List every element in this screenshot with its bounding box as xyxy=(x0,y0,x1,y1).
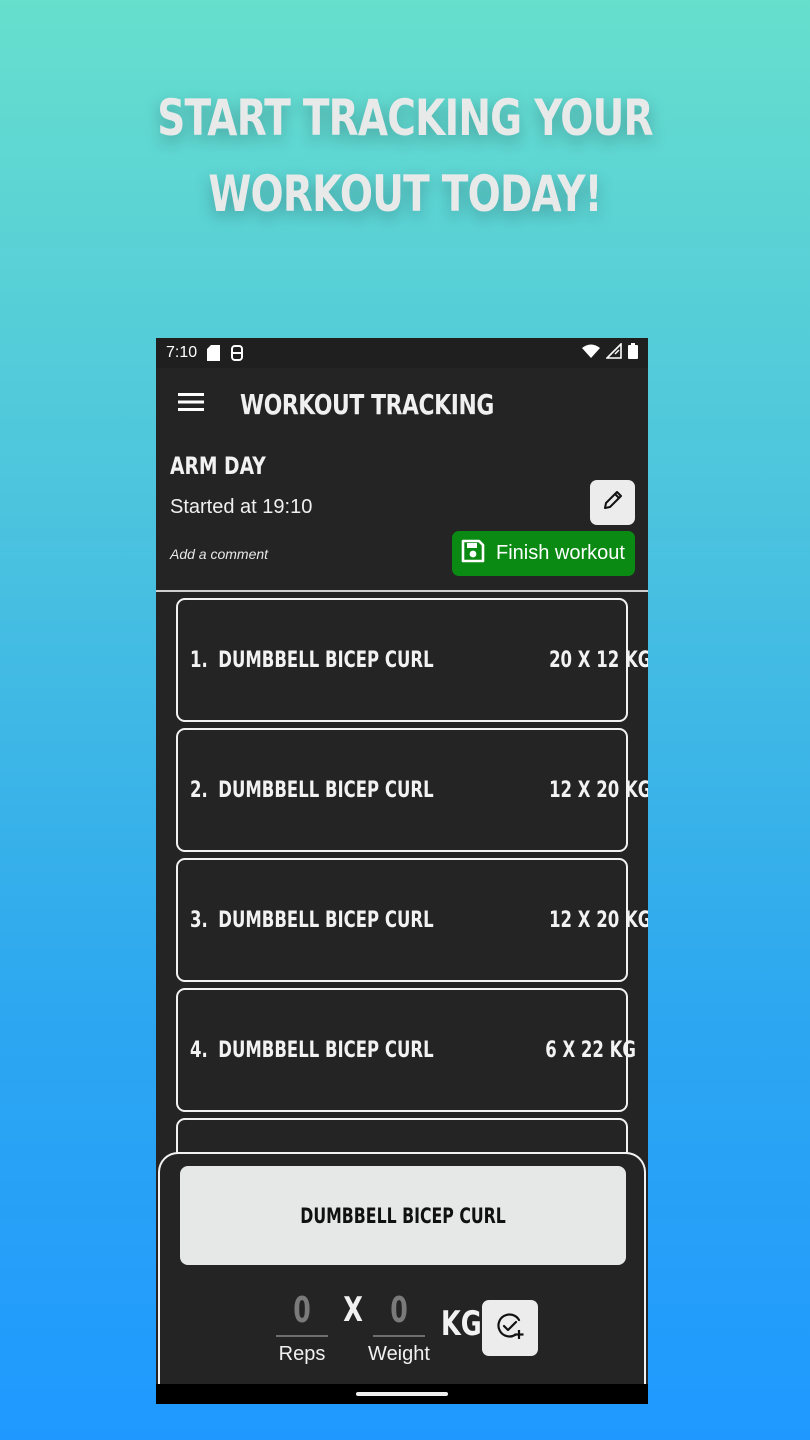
signal-icon xyxy=(605,341,622,364)
add-set-sheet: DUMBBELL BICEP CURL 0 Reps X 0 Weight KG xyxy=(158,1152,646,1404)
set-list: 1. DUMBBELL BICEP CURL 20 X 12 KG 2. DUM… xyxy=(176,598,648,1248)
weight-value: 0 xyxy=(390,1290,408,1331)
page-title: WORKOUT TRACKING xyxy=(240,387,494,421)
weight-unit: KG xyxy=(441,1304,482,1344)
weight-input[interactable]: 0 Weight xyxy=(368,1290,430,1366)
reps-value: 0 xyxy=(293,1290,311,1331)
weight-underline xyxy=(373,1335,425,1337)
sd-card-icon xyxy=(207,345,221,361)
times-sign: X xyxy=(343,1290,363,1330)
workout-name: ARM DAY xyxy=(170,452,266,480)
set-reps-weight: 12 X 20 KG xyxy=(548,907,648,933)
set-exercise-name: DUMBBELL BICEP CURL xyxy=(218,907,434,933)
selected-exercise-button[interactable]: DUMBBELL BICEP CURL xyxy=(180,1166,626,1265)
finish-workout-label: Finish workout xyxy=(496,542,625,564)
status-time: 7:10 xyxy=(166,344,198,361)
app-bar: WORKOUT TRACKING xyxy=(156,368,648,440)
set-number: 3. xyxy=(190,907,208,933)
battery-icon xyxy=(628,342,638,364)
set-row[interactable]: 1. DUMBBELL BICEP CURL 20 X 12 KG xyxy=(176,598,648,722)
menu-icon xyxy=(178,392,204,417)
workout-start-time: Started at 19:10 xyxy=(170,496,313,518)
promo-headline-line-1: START TRACKING YOUR xyxy=(157,89,653,147)
pencil-icon xyxy=(601,488,625,517)
save-icon xyxy=(460,538,486,570)
check-add-icon xyxy=(495,1311,525,1346)
set-exercise-name: DUMBBELL BICEP CURL xyxy=(218,1037,434,1063)
home-gesture-handle[interactable] xyxy=(356,1392,448,1396)
reps-input[interactable]: 0 Reps xyxy=(276,1290,328,1366)
hamburger-menu-button[interactable] xyxy=(156,368,226,440)
status-icons xyxy=(582,341,638,364)
set-row[interactable]: 3. DUMBBELL BICEP CURL 12 X 20 KG xyxy=(176,858,648,982)
app-notification-icon xyxy=(230,345,244,361)
promo-headline-line-2: WORKOUT TODAY! xyxy=(208,165,602,223)
set-number: 4. xyxy=(190,1037,208,1063)
reps-underline xyxy=(276,1335,328,1337)
set-reps-weight: 6 X 22 KG xyxy=(545,1037,636,1063)
set-exercise-name: DUMBBELL BICEP CURL xyxy=(218,647,434,673)
selected-exercise-name: DUMBBELL BICEP CURL xyxy=(300,1203,506,1228)
set-exercise-name: DUMBBELL BICEP CURL xyxy=(218,777,434,803)
weight-label: Weight xyxy=(368,1343,430,1365)
phone-screen: 7:10 WORKOUT TRACKING ARM DAY Started at… xyxy=(156,338,648,1404)
status-bar: 7:10 xyxy=(156,338,648,368)
reps-label: Reps xyxy=(278,1343,326,1365)
set-reps-weight: 12 X 20 KG xyxy=(548,777,648,803)
header-divider xyxy=(156,590,648,592)
set-row[interactable]: 4. DUMBBELL BICEP CURL 6 X 22 KG xyxy=(176,988,636,1112)
set-reps-weight: 20 X 12 KG xyxy=(548,647,648,673)
add-comment-field[interactable]: Add a comment xyxy=(170,546,268,562)
set-number: 1. xyxy=(190,647,208,673)
edit-workout-button[interactable] xyxy=(590,480,635,525)
finish-workout-button[interactable]: Finish workout xyxy=(452,531,635,576)
set-number: 2. xyxy=(190,777,208,803)
add-set-button[interactable] xyxy=(482,1300,538,1356)
promo-headline: START TRACKING YOUR WORKOUT TODAY! xyxy=(89,80,721,232)
set-row[interactable]: 2. DUMBBELL BICEP CURL 12 X 20 KG xyxy=(176,728,648,852)
wifi-icon xyxy=(582,344,600,363)
system-nav-bar xyxy=(156,1384,648,1404)
